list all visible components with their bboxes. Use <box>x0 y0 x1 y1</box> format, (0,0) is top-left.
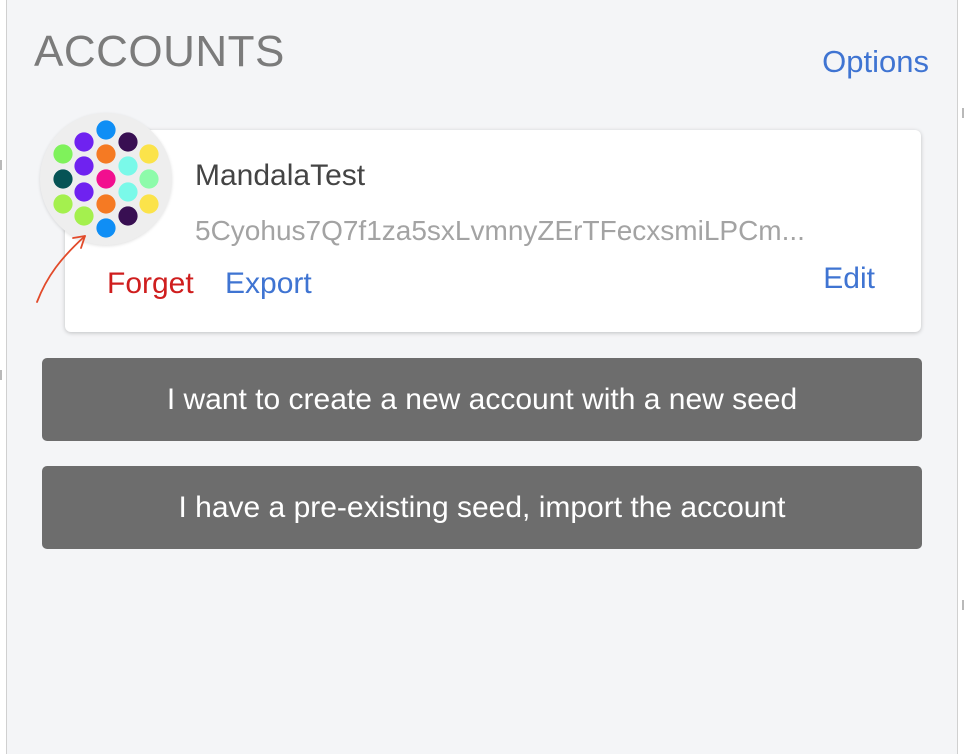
identicon-dot <box>96 194 116 214</box>
annotation-arrow-icon <box>36 235 86 303</box>
identicon-dot <box>74 206 94 226</box>
identicon-dot <box>53 194 73 214</box>
identicon-dot <box>96 120 116 140</box>
extension-popup: ACCOUNTS Options MandalaTest 5Cyohus7Q7f… <box>7 0 957 754</box>
identicon-dot <box>139 194 159 214</box>
identicon-dot <box>118 182 138 202</box>
identicon-dot <box>74 182 94 202</box>
account-address[interactable]: 5Cyohus7Q7f1za5sxLvmnyZErTFecxsmiLPCm... <box>195 213 885 249</box>
options-link[interactable]: Options <box>822 42 929 82</box>
identicon-dot <box>118 206 138 226</box>
create-account-button[interactable]: I want to create a new account with a ne… <box>42 358 922 441</box>
account-name: MandalaTest <box>195 159 366 192</box>
identicon-dot <box>96 144 116 164</box>
identicon-dot <box>139 169 159 189</box>
identicon-dot <box>139 144 159 164</box>
page-title: ACCOUNTS <box>34 27 285 76</box>
identicon-dot <box>118 132 138 152</box>
frame-mark <box>0 370 2 380</box>
export-account-link[interactable]: Export <box>225 265 312 303</box>
identicon-dot <box>96 169 116 189</box>
edit-account-link[interactable]: Edit <box>823 260 875 298</box>
frame-mark <box>0 160 2 170</box>
identicon-dot <box>53 144 73 164</box>
identicon-dot <box>96 218 116 238</box>
identicon-dot <box>74 156 94 176</box>
forget-account-link[interactable]: Forget <box>107 265 194 303</box>
identicon-dot <box>53 169 73 189</box>
identicon-dot <box>74 132 94 152</box>
import-account-button[interactable]: I have a pre-existing seed, import the a… <box>42 466 922 549</box>
identicon-dot <box>118 156 138 176</box>
